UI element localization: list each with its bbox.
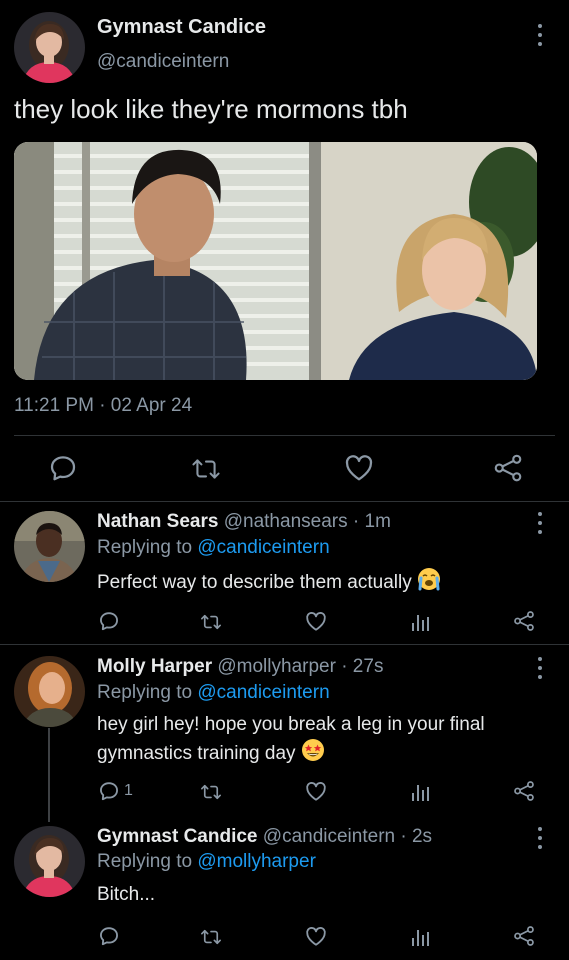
analytics-icon: [412, 930, 429, 946]
reply-author-name[interactable]: Molly Harper: [97, 656, 212, 677]
divider: [0, 501, 569, 502]
retweet-button[interactable]: [190, 455, 222, 483]
analytics-icon: [412, 615, 429, 631]
analytics-icon: [412, 785, 429, 801]
like-button[interactable]: [305, 926, 327, 947]
reply-text: Perfect way to describe them actually: [97, 567, 441, 596]
retweet-button[interactable]: [199, 612, 223, 632]
reply-avatar[interactable]: [14, 826, 85, 897]
replying-to: Replying to @mollyharper: [97, 851, 316, 873]
reply-author-line[interactable]: Molly Harper @mollyharper · 27s: [97, 656, 383, 678]
comment-icon: [100, 782, 118, 801]
reply-author-line[interactable]: Gymnast Candice @candiceintern · 2s: [97, 826, 432, 848]
reply-button[interactable]: [98, 925, 124, 947]
retweet-icon: [201, 614, 222, 630]
retweet-icon: [201, 784, 222, 800]
share-button[interactable]: [493, 453, 523, 483]
author-name[interactable]: Gymnast Candice: [97, 16, 266, 39]
analytics-button[interactable]: [410, 611, 432, 633]
mention-link[interactable]: @mollyharper: [197, 851, 316, 872]
heart-icon: [345, 455, 373, 481]
thread-line: [48, 728, 50, 822]
replying-to-label: Replying to: [97, 537, 193, 558]
reply-time: · 27s: [341, 656, 384, 677]
retweet-icon: [201, 929, 222, 945]
share-button[interactable]: [513, 780, 535, 802]
reply-author-handle[interactable]: @mollyharper: [217, 656, 336, 677]
reply-time: · 1m: [352, 511, 391, 532]
reply-author-handle[interactable]: @candiceintern: [263, 826, 395, 847]
reply-author-name[interactable]: Nathan Sears: [97, 511, 218, 532]
reply-text-line: gymnastics training day: [97, 738, 485, 767]
heart-icon: [306, 927, 326, 946]
tweet-photo[interactable]: [14, 142, 537, 380]
reply-avatar[interactable]: [14, 656, 85, 727]
more-options-icon[interactable]: [533, 827, 547, 849]
star-struck-face-icon: [301, 739, 324, 761]
comment-icon: [100, 927, 118, 946]
retweet-button[interactable]: [199, 927, 223, 947]
share-button[interactable]: [513, 610, 535, 632]
share-button[interactable]: [513, 925, 535, 947]
share-icon: [514, 926, 534, 946]
mention-link[interactable]: @candiceintern: [197, 537, 329, 558]
more-options-icon[interactable]: [533, 657, 547, 679]
author-handle[interactable]: @candiceintern: [97, 51, 229, 73]
analytics-button[interactable]: [410, 926, 432, 948]
reply-text-line: hey girl hey! hope you break a leg in yo…: [97, 714, 485, 735]
mention-link[interactable]: @candiceintern: [197, 682, 329, 703]
reply-avatar[interactable]: [14, 511, 85, 582]
reply-count: 1: [124, 782, 133, 799]
like-button[interactable]: [344, 454, 374, 482]
retweet-icon: [192, 459, 220, 479]
share-icon: [494, 454, 522, 482]
reply-button[interactable]: 1: [98, 780, 133, 802]
reply-text-content: Perfect way to describe them actually: [97, 572, 412, 593]
like-button[interactable]: [305, 781, 327, 802]
reply-author-name[interactable]: Gymnast Candice: [97, 826, 258, 847]
comment-icon: [50, 456, 76, 481]
reply-author-handle[interactable]: @nathansears: [224, 511, 348, 532]
reply-button[interactable]: [98, 610, 124, 632]
replying-to: Replying to @candiceintern: [97, 537, 330, 559]
crying-face-icon: [417, 568, 440, 591]
more-options-icon[interactable]: [533, 512, 547, 534]
reply-time: · 2s: [400, 826, 433, 847]
retweet-button[interactable]: [199, 782, 223, 802]
divider: [0, 644, 569, 645]
reply-text-content: gymnastics training day: [97, 743, 296, 764]
heart-icon: [306, 612, 326, 631]
tweet-text: they look like they're mormons tbh: [14, 94, 408, 124]
like-button[interactable]: [305, 611, 327, 632]
replying-to-label: Replying to: [97, 851, 193, 872]
comment-icon: [100, 612, 118, 631]
divider: [14, 435, 555, 436]
share-icon: [514, 611, 534, 631]
author-avatar[interactable]: [14, 12, 85, 83]
replying-to-label: Replying to: [97, 682, 193, 703]
heart-icon: [306, 782, 326, 801]
share-icon: [514, 781, 534, 801]
tweet-timestamp: 11:21 PM · 02 Apr 24: [14, 395, 193, 416]
reply-text: Bitch...: [97, 884, 156, 905]
reply-author-line[interactable]: Nathan Sears @nathansears · 1m: [97, 511, 391, 533]
analytics-button[interactable]: [410, 781, 432, 803]
reply-button[interactable]: [48, 453, 78, 483]
replying-to: Replying to @candiceintern: [97, 682, 330, 704]
more-options-icon[interactable]: [533, 24, 547, 46]
reply-text: hey girl hey! hope you break a leg in yo…: [97, 712, 485, 767]
